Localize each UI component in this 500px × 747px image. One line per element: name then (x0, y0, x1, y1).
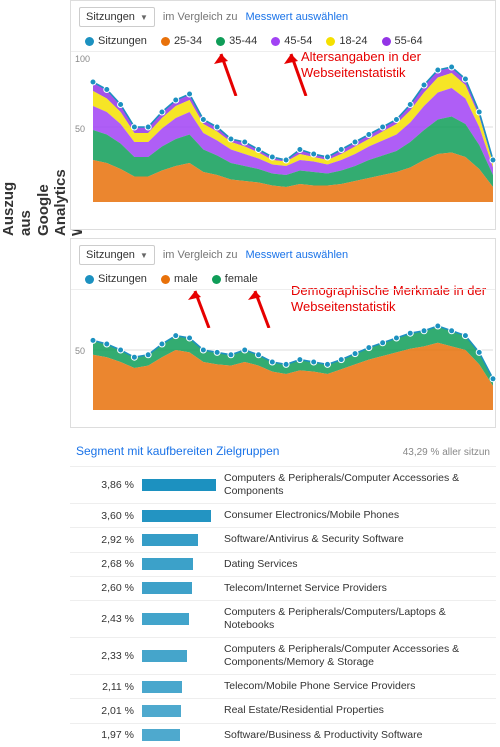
row-label: Telecom/Internet Service Providers (224, 582, 490, 595)
row-bar (134, 558, 224, 570)
metric-dropdown-label: Sitzungen (86, 249, 135, 261)
chart-age: 100 50 (71, 51, 495, 201)
legend-swatch (271, 37, 280, 46)
legend-swatch (326, 37, 335, 46)
row-percent: 3,60 % (76, 510, 134, 522)
pick-metric-link[interactable]: Messwert auswählen (245, 249, 348, 261)
row-bar (134, 534, 224, 546)
row-bar (134, 705, 224, 717)
row-label: Real Estate/Residential Properties (224, 704, 490, 717)
row-bar (134, 729, 224, 741)
row-bar (134, 479, 224, 491)
segment-subtitle: 43,29 % aller sitzun (403, 447, 490, 458)
compare-label: im Vergleich zu (163, 11, 238, 23)
legend-label: Sitzungen (98, 273, 147, 285)
row-percent: 1,97 % (76, 729, 134, 741)
legend-label: Sitzungen (98, 35, 147, 47)
row-bar (134, 510, 224, 522)
y-tick: 100 (75, 54, 90, 64)
legend-swatch (382, 37, 391, 46)
legend-swatch (85, 275, 94, 284)
panel-age: Sitzungen ▼ im Vergleich zu Messwert aus… (70, 0, 496, 230)
toolbar-age: Sitzungen ▼ im Vergleich zu Messwert aus… (71, 1, 495, 33)
legend-swatch (216, 37, 225, 46)
metric-dropdown-label: Sitzungen (86, 11, 135, 23)
row-label: Computers & Peripherals/Computer Accesso… (224, 643, 490, 669)
legend-swatch (85, 37, 94, 46)
metric-dropdown[interactable]: Sitzungen ▼ (79, 7, 155, 27)
table-row[interactable]: 2,33 % Computers & Peripherals/Computer A… (70, 637, 496, 674)
metric-dropdown[interactable]: Sitzungen ▼ (79, 245, 155, 265)
chart-gender: 50 (71, 289, 495, 409)
table-row[interactable]: 2,92 % Software/Antivirus & Security Soft… (70, 527, 496, 551)
row-percent: 2,68 % (76, 558, 134, 570)
table-row[interactable]: 2,01 % Real Estate/Residential Properties (70, 698, 496, 722)
table-row[interactable]: 3,60 % Consumer Electronics/Mobile Phones (70, 503, 496, 527)
pick-metric-link[interactable]: Messwert auswählen (245, 11, 348, 23)
compare-label: im Vergleich zu (163, 249, 238, 261)
legend-label: 25-34 (174, 35, 202, 47)
chevron-down-icon: ▼ (140, 251, 148, 260)
row-label: Computers & Peripherals/Computer Accesso… (224, 472, 490, 498)
row-label: Consumer Electronics/Mobile Phones (224, 509, 490, 522)
legend-item: 25-34 (161, 35, 202, 47)
row-label: Computers & Peripherals/Computers/Laptop… (224, 606, 490, 632)
segment-head: Segment mit kaufbereiten Zielgruppen 43,… (70, 440, 496, 466)
row-percent: 2,43 % (76, 613, 134, 625)
row-bar (134, 582, 224, 594)
row-label: Software/Business & Productivity Softwar… (224, 729, 490, 742)
table-row[interactable]: 2,60 % Telecom/Internet Service Providers (70, 576, 496, 600)
legend-item: 55-64 (382, 35, 423, 47)
toolbar-gender: Sitzungen ▼ im Vergleich zu Messwert aus… (71, 239, 495, 271)
row-label: Dating Services (224, 558, 490, 571)
row-bar (134, 613, 224, 625)
row-percent: 2,11 % (76, 681, 134, 693)
chevron-down-icon: ▼ (140, 13, 148, 22)
legend-swatch (161, 37, 170, 46)
y-tick: 50 (75, 124, 85, 134)
row-percent: 2,01 % (76, 705, 134, 717)
table-row[interactable]: 2,68 % Dating Services (70, 552, 496, 576)
row-label: Software/Antivirus & Security Software (224, 533, 490, 546)
legend-item: Sitzungen (85, 35, 147, 47)
legend-swatch (161, 275, 170, 284)
row-percent: 2,60 % (76, 582, 134, 594)
y-tick: 50 (75, 346, 85, 356)
row-percent: 2,33 % (76, 650, 134, 662)
legend-label: 55-64 (395, 35, 423, 47)
segment-table: Segment mit kaufbereiten Zielgruppen 43,… (70, 440, 496, 747)
row-bar (134, 650, 224, 662)
table-row[interactable]: 2,11 % Telecom/Mobile Phone Service Provi… (70, 674, 496, 698)
segment-title[interactable]: Segment mit kaufbereiten Zielgruppen (76, 444, 279, 458)
table-row[interactable]: 1,97 % Software/Business & Productivity S… (70, 723, 496, 747)
legend-item: Sitzungen (85, 273, 147, 285)
table-row[interactable]: 3,86 % Computers & Peripherals/Computer A… (70, 466, 496, 503)
row-label: Telecom/Mobile Phone Service Providers (224, 680, 490, 693)
table-row[interactable]: 2,43 % Computers & Peripherals/Computers/… (70, 600, 496, 637)
panel-gender: Sitzungen ▼ im Vergleich zu Messwert aus… (70, 238, 496, 428)
row-percent: 3,86 % (76, 479, 134, 491)
row-percent: 2,92 % (76, 534, 134, 546)
row-bar (134, 681, 224, 693)
